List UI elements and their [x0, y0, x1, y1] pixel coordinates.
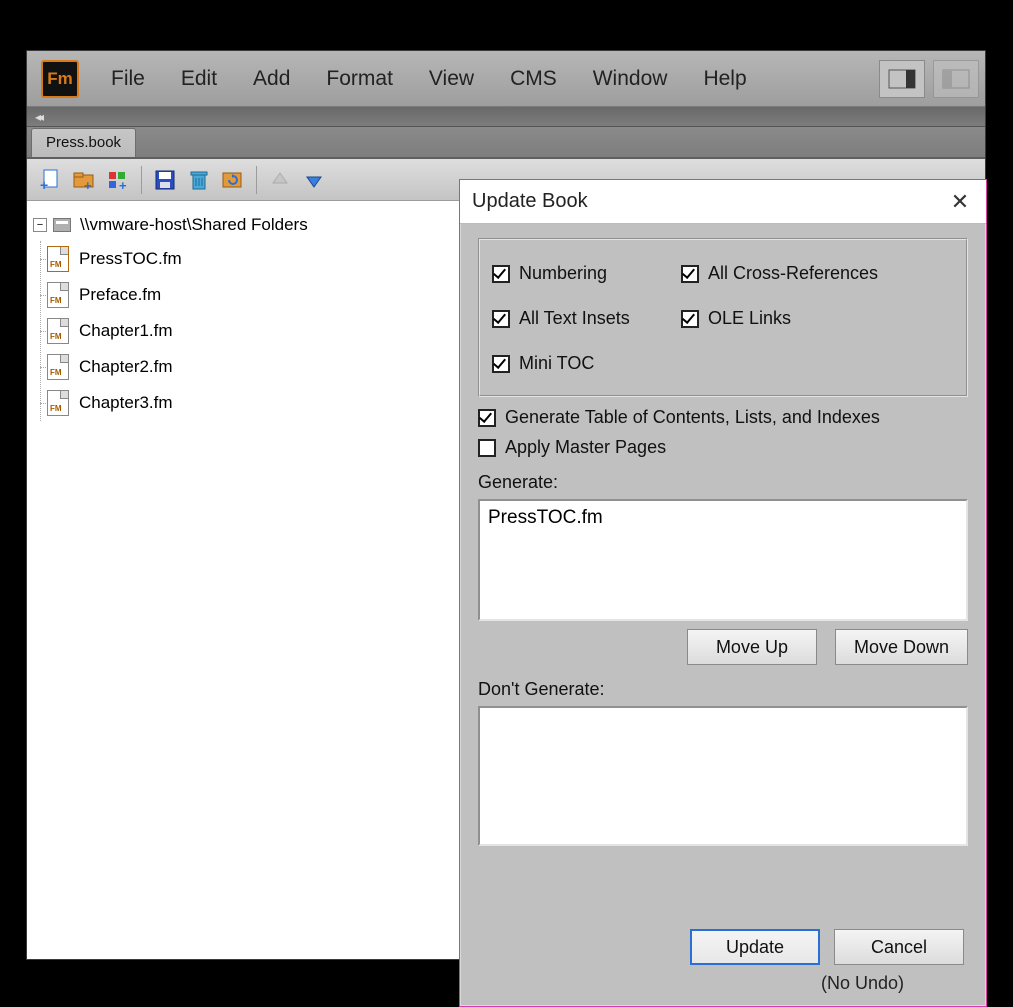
update-options-group: Numbering All Cross-References All Text …: [478, 238, 968, 397]
panel-header-strip: ◂◂: [27, 107, 985, 127]
add-group-icon[interactable]: +: [105, 167, 131, 193]
checkbox-label: Apply Master Pages: [505, 437, 666, 458]
close-icon[interactable]: ✕: [946, 188, 974, 216]
add-file-icon[interactable]: +: [37, 167, 63, 193]
fm-document-icon: FM: [47, 282, 69, 308]
collapse-panel-icon[interactable]: ◂◂: [35, 110, 41, 124]
checkbox-icon: [478, 439, 496, 457]
dont-generate-listbox[interactable]: [478, 706, 968, 846]
menu-file[interactable]: File: [93, 67, 163, 91]
checkbox-icon: [478, 409, 496, 427]
application-window: Fm File Edit Add Format View CMS Window …: [26, 50, 986, 960]
list-item[interactable]: PressTOC.fm: [488, 507, 958, 529]
tree-root-label: \\vmware-host\Shared Folders: [80, 215, 308, 235]
menu-edit[interactable]: Edit: [163, 67, 235, 91]
menu-add[interactable]: Add: [235, 67, 308, 91]
checkbox-generate-toc-lists[interactable]: Generate Table of Contents, Lists, and I…: [478, 407, 968, 428]
workspace-layout-button-b[interactable]: [933, 60, 979, 98]
save-icon[interactable]: [152, 167, 178, 193]
checkbox-apply-master-pages[interactable]: Apply Master Pages: [478, 437, 968, 458]
dialog-title: Update Book: [472, 190, 588, 213]
checkbox-icon: [681, 265, 699, 283]
checkbox-numbering[interactable]: Numbering: [492, 263, 677, 284]
tree-file-label: Chapter2.fm: [79, 357, 173, 377]
checkbox-icon: [492, 310, 510, 328]
tree-file-label: Preface.fm: [79, 285, 161, 305]
no-undo-label: (No Undo): [821, 973, 904, 994]
move-down-button[interactable]: Move Down: [835, 629, 968, 665]
checkbox-text-insets[interactable]: All Text Insets: [492, 308, 677, 329]
tree-file-label: Chapter3.fm: [79, 393, 173, 413]
fm-document-icon: FM: [47, 354, 69, 380]
menu-view[interactable]: View: [411, 67, 492, 91]
tree-file-label: Chapter1.fm: [79, 321, 173, 341]
checkbox-cross-references[interactable]: All Cross-References: [681, 263, 954, 284]
menu-bar: Fm File Edit Add Format View CMS Window …: [27, 51, 985, 107]
update-book-icon[interactable]: [220, 167, 246, 193]
move-down-icon[interactable]: [301, 167, 327, 193]
checkbox-label: Numbering: [519, 263, 607, 284]
fm-document-icon: FM: [47, 318, 69, 344]
folder-icon: [53, 218, 71, 232]
dialog-titlebar: Update Book ✕: [460, 180, 986, 224]
svg-text:+: +: [84, 178, 92, 191]
delete-icon[interactable]: [186, 167, 212, 193]
generate-label: Generate:: [478, 472, 968, 493]
checkbox-icon: [681, 310, 699, 328]
dont-generate-label: Don't Generate:: [478, 679, 968, 700]
checkbox-mini-toc[interactable]: Mini TOC: [492, 353, 677, 374]
checkbox-label: All Cross-References: [708, 263, 878, 284]
tree-file-label: PressTOC.fm: [79, 249, 182, 269]
cancel-button[interactable]: Cancel: [834, 929, 964, 965]
workspace-layout-button-a[interactable]: [879, 60, 925, 98]
add-folder-icon[interactable]: +: [71, 167, 97, 193]
document-tab-bar: Press.book: [27, 127, 985, 159]
menu-help[interactable]: Help: [685, 67, 764, 91]
checkbox-icon: [492, 265, 510, 283]
update-book-dialog: Update Book ✕ Numbering All Cross-Refere…: [459, 179, 987, 1007]
checkbox-ole-links[interactable]: OLE Links: [681, 308, 954, 329]
checkbox-label: OLE Links: [708, 308, 791, 329]
svg-text:+: +: [40, 177, 48, 192]
checkbox-label: Generate Table of Contents, Lists, and I…: [505, 407, 880, 428]
fm-document-icon: FM: [47, 246, 69, 272]
svg-text:+: +: [119, 178, 127, 191]
app-logo-icon: Fm: [41, 60, 79, 98]
menu-cms[interactable]: CMS: [492, 67, 575, 91]
tab-press-book[interactable]: Press.book: [31, 128, 136, 157]
menu-window[interactable]: Window: [575, 67, 686, 91]
move-up-button[interactable]: Move Up: [687, 629, 817, 665]
checkbox-label: All Text Insets: [519, 308, 630, 329]
checkbox-label: Mini TOC: [519, 353, 594, 374]
generate-listbox[interactable]: PressTOC.fm: [478, 499, 968, 621]
update-button[interactable]: Update: [690, 929, 820, 965]
menu-format[interactable]: Format: [308, 67, 411, 91]
checkbox-icon: [492, 355, 510, 373]
tree-collapse-icon[interactable]: −: [33, 218, 47, 232]
fm-document-icon: FM: [47, 390, 69, 416]
move-up-icon[interactable]: [267, 167, 293, 193]
